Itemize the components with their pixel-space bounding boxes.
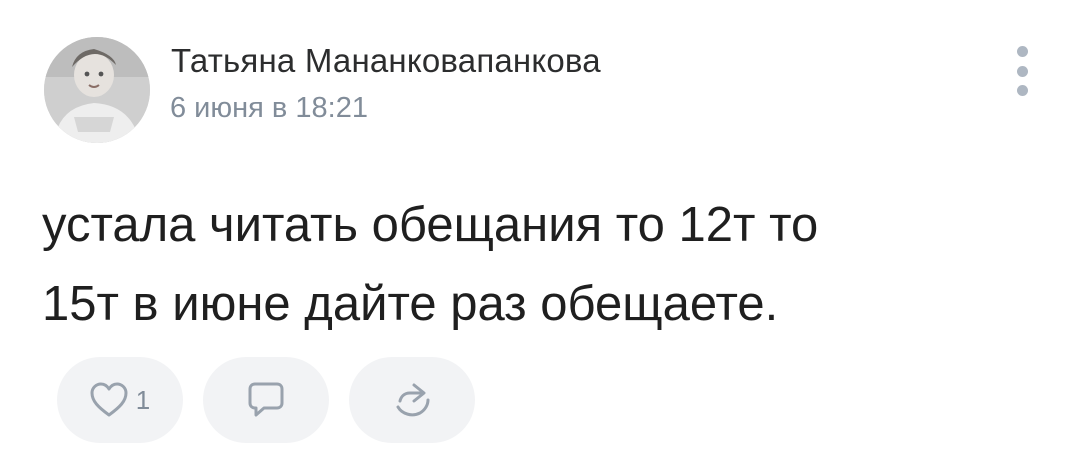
more-vertical-icon	[1016, 46, 1028, 57]
post-text-line: 15т в июне дайте раз обещаете.	[42, 277, 779, 331]
heart-outline-icon	[90, 382, 128, 417]
like-button[interactable]: 1	[57, 357, 183, 443]
like-count: 1	[135, 384, 151, 415]
post-text: устала читать обещания то 12т то 15т в и…	[42, 186, 1042, 344]
post-date[interactable]: 6 июня в 18:21	[170, 92, 368, 125]
post-text-line: устала читать обещания то 12т то	[42, 198, 819, 252]
share-button[interactable]	[349, 357, 475, 443]
share-arrow-icon	[396, 383, 430, 417]
post-actions: 1	[57, 357, 475, 443]
avatar-photo-icon	[44, 37, 150, 143]
more-vertical-icon	[1016, 65, 1028, 77]
post-card: Татьяна Мананковапанкова 6 июня в 18:21 …	[0, 0, 1080, 457]
more-vertical-icon	[1016, 85, 1028, 96]
comment-button[interactable]	[203, 357, 329, 443]
author-name[interactable]: Татьяна Мананковапанкова	[171, 42, 601, 80]
avatar[interactable]	[44, 37, 150, 143]
more-options-button[interactable]	[1009, 46, 1035, 96]
comment-icon	[248, 382, 284, 417]
